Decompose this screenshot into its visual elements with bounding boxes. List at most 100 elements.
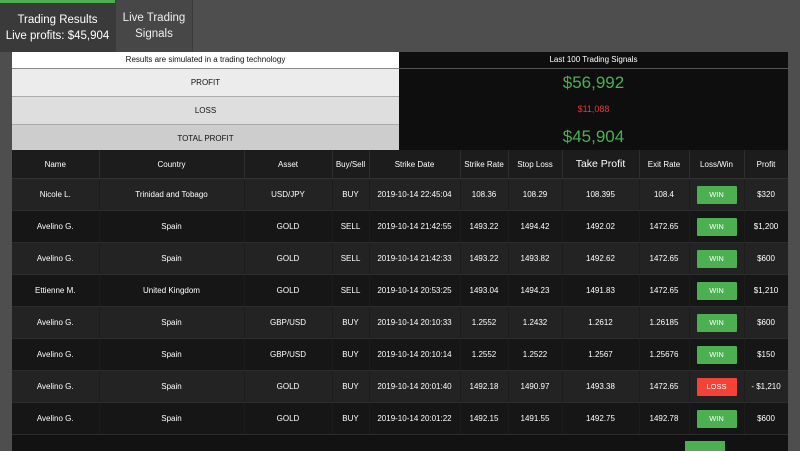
win-badge[interactable]: WIN bbox=[696, 281, 737, 300]
cell-exit-rate: 1472.65 bbox=[639, 370, 690, 403]
cell-strike-date: 2019-10-14 22:45:04 bbox=[369, 178, 461, 211]
results-panel: Results are simulated in a trading techn… bbox=[12, 52, 788, 451]
cell-exit-rate: 1.25676 bbox=[639, 338, 690, 371]
cell-country: Trinidad and Tobago bbox=[99, 178, 245, 211]
cell-take-profit: 1493.38 bbox=[562, 370, 640, 403]
column-header-loss-win: Loss/Win bbox=[689, 150, 745, 179]
loss-badge[interactable]: LOSS bbox=[696, 377, 737, 396]
cell-strike-rate: 108.36 bbox=[460, 178, 509, 211]
summary-values: Last 100 Trading Signals $56,992 $11,088… bbox=[399, 52, 788, 150]
cell-country: Spain bbox=[99, 306, 245, 339]
column-header-buy-sell: Buy/Sell bbox=[332, 150, 370, 179]
cell-loss-win: LOSS bbox=[689, 370, 745, 403]
cell-take-profit: 1.2612 bbox=[562, 306, 640, 339]
win-badge[interactable]: WIN bbox=[696, 249, 737, 268]
tab-trading-results-live-profits: Live profits: $45,904 bbox=[5, 29, 110, 42]
tab-trading-results-title: Trading Results bbox=[17, 13, 98, 26]
cell-strike-date: 2019-10-14 20:53:25 bbox=[369, 274, 461, 307]
cell-take-profit: 1492.02 bbox=[562, 210, 640, 243]
cell-stop-loss: 1494.23 bbox=[508, 274, 563, 307]
column-header-asset: Asset bbox=[244, 150, 333, 179]
cell-profit: - $1,210 bbox=[744, 370, 788, 403]
cell-name: Nicole L. bbox=[12, 178, 100, 211]
table-row: Avelino G. Spain GBP/USD BUY 2019-10-14 20:1… bbox=[12, 306, 788, 339]
loss-label: LOSS bbox=[12, 97, 399, 125]
cell-buy-sell: BUY bbox=[332, 178, 370, 211]
cell-exit-rate: 1472.65 bbox=[639, 274, 690, 307]
cell-strike-date: 2019-10-14 21:42:33 bbox=[369, 242, 461, 275]
column-header-name: Name bbox=[12, 150, 100, 179]
cell-country: Spain bbox=[99, 338, 245, 371]
cell-stop-loss: 1490.97 bbox=[508, 370, 563, 403]
cell-take-profit: 1492.62 bbox=[562, 242, 640, 275]
cell-buy-sell: SELL bbox=[332, 210, 370, 243]
cell-buy-sell: BUY bbox=[332, 370, 370, 403]
tab-live-trading-signals-line2: Signals bbox=[135, 28, 173, 40]
summary-section: Results are simulated in a trading techn… bbox=[12, 52, 788, 152]
cell-stop-loss: 1.2522 bbox=[508, 338, 563, 371]
cell-country: Spain bbox=[99, 242, 245, 275]
cell-strike-date: 2019-10-14 21:42:55 bbox=[369, 210, 461, 243]
win-badge[interactable]: WIN bbox=[696, 217, 737, 236]
cell-loss-win: WIN bbox=[689, 274, 745, 307]
cell-buy-sell: BUY bbox=[332, 402, 370, 435]
column-header-take-profit: Take Profit bbox=[562, 150, 640, 179]
cell-loss-win: WIN bbox=[689, 306, 745, 339]
cell-loss-win: WIN bbox=[689, 242, 745, 275]
cell-country: Spain bbox=[99, 370, 245, 403]
cell-asset: USD/JPY bbox=[244, 178, 333, 211]
total-profit-value: $45,904 bbox=[562, 127, 625, 146]
loss-value: $11,088 bbox=[577, 104, 610, 114]
tab-trading-results[interactable]: Trading Results Live profits: $45,904 bbox=[0, 0, 115, 52]
cell-exit-rate: 1.26185 bbox=[639, 306, 690, 339]
tab-live-trading-signals-line1: Live Trading bbox=[122, 12, 186, 24]
cell-stop-loss: 1494.42 bbox=[508, 210, 563, 243]
cell-country: Spain bbox=[99, 402, 245, 435]
cell-exit-rate: 1472.65 bbox=[639, 210, 690, 243]
table-row: Avelino G. Spain GOLD BUY 2019-10-14 20:01:2… bbox=[12, 402, 788, 435]
win-badge[interactable]: WIN bbox=[696, 345, 737, 364]
cell-strike-date: 2019-10-14 20:10:33 bbox=[369, 306, 461, 339]
column-header-strike-date: Strike Date bbox=[369, 150, 461, 179]
column-header-strike-rate: Strike Rate bbox=[460, 150, 509, 179]
cell-name: Avelino G. bbox=[12, 370, 100, 403]
cell-loss-win: WIN bbox=[689, 178, 745, 211]
cell-stop-loss: 1.2432 bbox=[508, 306, 563, 339]
cell-profit: $1,200 bbox=[744, 210, 788, 243]
cell-profit: $150 bbox=[744, 338, 788, 371]
cell-name: Avelino G. bbox=[12, 338, 100, 371]
total-profit-label: TOTAL PROFIT bbox=[12, 125, 399, 152]
cell-take-profit: 1492.75 bbox=[562, 402, 640, 435]
cell-name: Avelino G. bbox=[12, 402, 100, 435]
cell-asset: GOLD bbox=[244, 274, 333, 307]
profit-label: PROFIT bbox=[12, 69, 399, 97]
cell-asset: GOLD bbox=[244, 210, 333, 243]
cell-take-profit: 108.395 bbox=[562, 178, 640, 211]
cell-strike-rate: 1.2552 bbox=[460, 338, 509, 371]
simulated-notice: Results are simulated in a trading techn… bbox=[12, 52, 399, 69]
cell-name: Ettienne M. bbox=[12, 274, 100, 307]
cell-loss-win: WIN bbox=[689, 210, 745, 243]
table-row: Avelino G. Spain GOLD SELL 2019-10-14 21:42:… bbox=[12, 242, 788, 275]
cell-asset: GBP/USD bbox=[244, 306, 333, 339]
cell-strike-rate: 1493.04 bbox=[460, 274, 509, 307]
tab-live-trading-signals[interactable]: Live Trading Signals bbox=[115, 0, 193, 52]
win-badge[interactable]: WIN bbox=[696, 409, 737, 428]
cell-asset: GOLD bbox=[244, 242, 333, 275]
cell-profit: $600 bbox=[744, 306, 788, 339]
table-body: Nicole L. Trinidad and Tobago USD/JPY BUY 20… bbox=[12, 178, 788, 435]
win-badge[interactable]: WIN bbox=[696, 185, 737, 204]
cell-exit-rate: 1492.78 bbox=[639, 402, 690, 435]
cell-buy-sell: BUY bbox=[332, 306, 370, 339]
cell-strike-date: 2019-10-14 20:01:40 bbox=[369, 370, 461, 403]
column-header-exit-rate: Exit Rate bbox=[639, 150, 690, 179]
table-row: Avelino G. Spain GBP/USD BUY 2019-10-14 20:1… bbox=[12, 338, 788, 371]
tab-bar: Trading Results Live profits: $45,904 Li… bbox=[0, 0, 800, 52]
cell-strike-rate: 1492.18 bbox=[460, 370, 509, 403]
win-badge[interactable]: WIN bbox=[696, 313, 737, 332]
partial-win-badge bbox=[685, 441, 725, 451]
table-header-row: Name Country Asset Buy/Sell Strike Date … bbox=[12, 150, 788, 179]
cell-asset: GBP/USD bbox=[244, 338, 333, 371]
profit-value: $56,992 bbox=[562, 73, 625, 92]
cell-name: Avelino G. bbox=[12, 210, 100, 243]
